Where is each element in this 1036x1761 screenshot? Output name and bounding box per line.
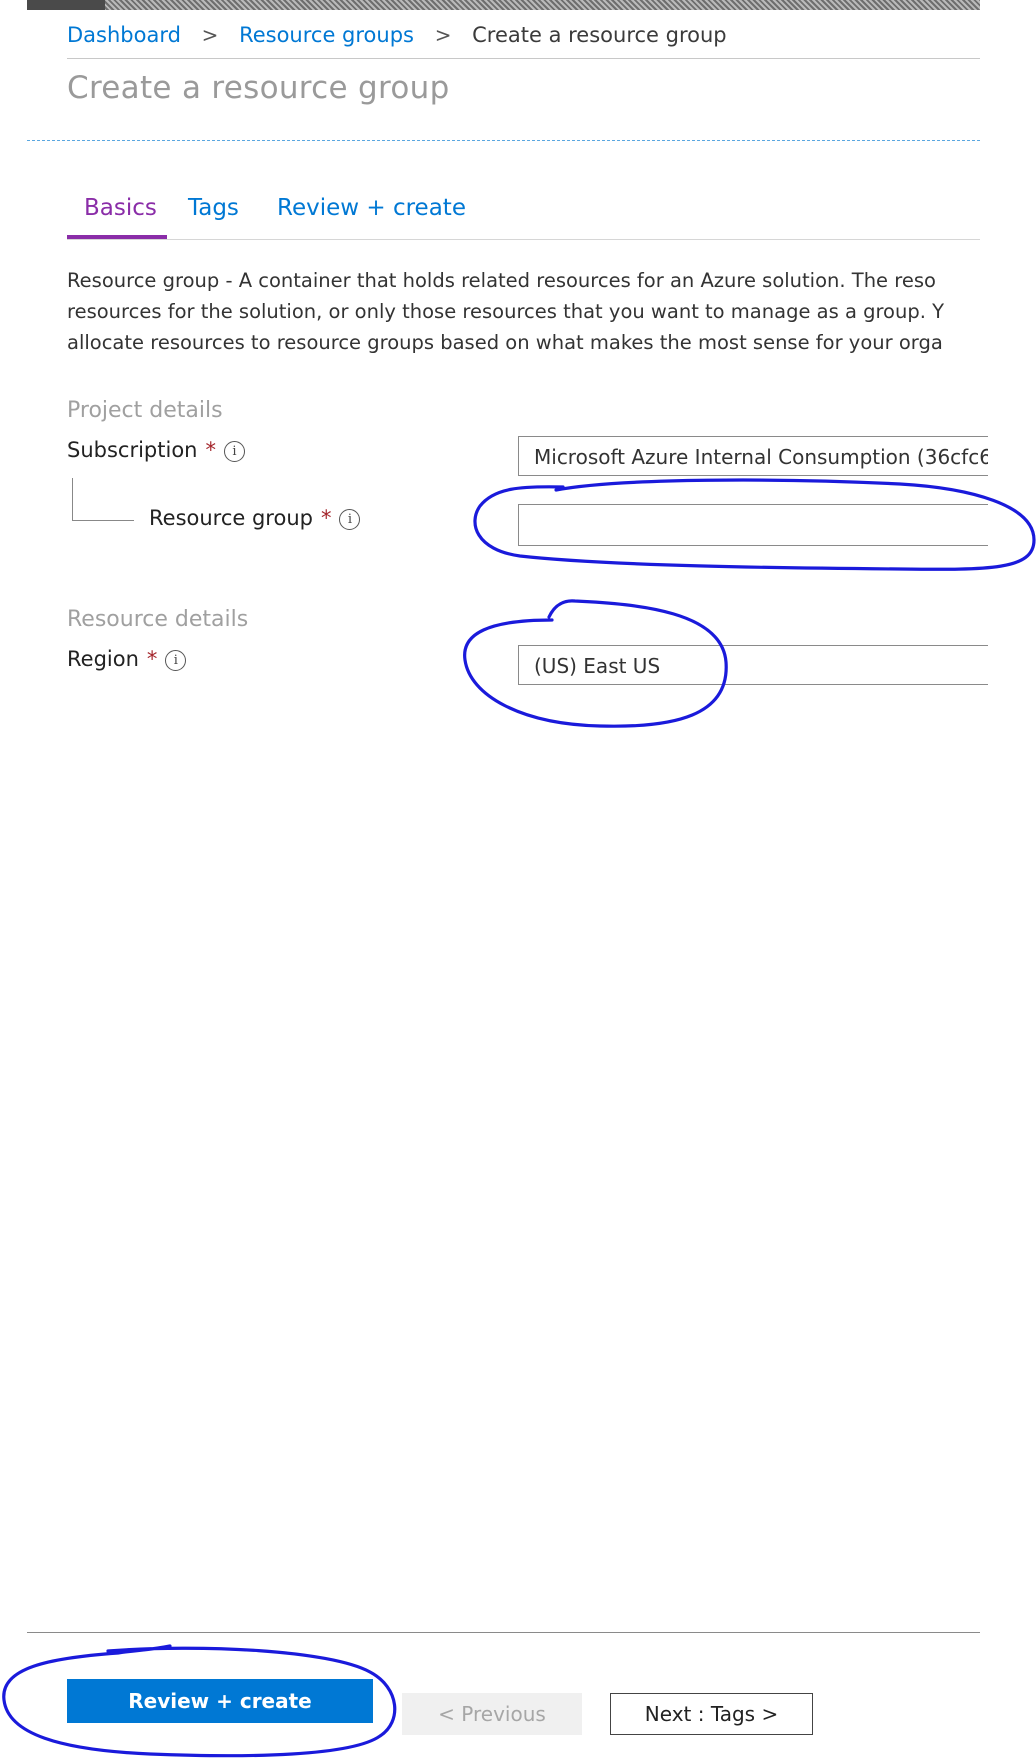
info-icon[interactable]: i xyxy=(223,441,245,462)
info-icon[interactable]: i xyxy=(165,650,187,671)
region-label: Region * i xyxy=(67,647,187,671)
breadcrumb-chevron-icon: > xyxy=(434,23,452,47)
previous-button[interactable]: < Previous xyxy=(402,1693,582,1735)
description-line: resources for the solution, or only thos… xyxy=(67,300,945,323)
footer-divider xyxy=(27,1632,980,1633)
tree-connector-vertical xyxy=(72,478,73,520)
breadcrumb: Dashboard > Resource groups > Create a r… xyxy=(67,22,727,47)
top-window-strip xyxy=(27,0,980,10)
resource-group-input[interactable] xyxy=(518,504,988,546)
tab-basics[interactable]: Basics xyxy=(84,195,157,221)
resource-group-label: Resource group * i xyxy=(149,506,361,530)
create-resource-group-page: Dashboard > Resource groups > Create a r… xyxy=(0,0,1036,1761)
tab-bar: Basics Tags Review + create xyxy=(67,195,980,240)
resource-group-label-text: Resource group xyxy=(149,506,313,530)
tab-review-create[interactable]: Review + create xyxy=(277,195,466,221)
resource-details-heading: Resource details xyxy=(67,607,249,632)
page-title: Create a resource group xyxy=(67,70,450,106)
active-tab-indicator xyxy=(67,235,167,239)
breadcrumb-current-page: Create a resource group xyxy=(472,23,727,47)
region-label-text: Region xyxy=(67,647,139,671)
title-divider xyxy=(27,140,980,141)
tab-tags[interactable]: Tags xyxy=(188,195,239,221)
tree-connector-horizontal xyxy=(72,520,134,521)
description-line: allocate resources to resource groups ba… xyxy=(67,331,943,354)
info-icon[interactable]: i xyxy=(339,509,361,530)
required-asterisk: * xyxy=(205,438,216,462)
breadcrumb-resource-groups-link[interactable]: Resource groups xyxy=(239,23,414,47)
subscription-label: Subscription * i xyxy=(67,438,245,462)
resource-group-description: Resource group - A container that holds … xyxy=(67,265,980,358)
review-create-button[interactable]: Review + create xyxy=(67,1679,373,1723)
next-tags-button[interactable]: Next : Tags > xyxy=(610,1693,813,1735)
description-line: Resource group - A container that holds … xyxy=(67,269,936,292)
subscription-dropdown[interactable]: Microsoft Azure Internal Consumption (36… xyxy=(518,436,988,476)
required-asterisk: * xyxy=(320,506,332,530)
project-details-heading: Project details xyxy=(67,398,223,423)
breadcrumb-dashboard-link[interactable]: Dashboard xyxy=(67,23,181,47)
required-asterisk: * xyxy=(146,647,158,671)
header-divider xyxy=(67,58,980,59)
top-strip-dark-segment xyxy=(27,0,105,10)
subscription-label-text: Subscription xyxy=(67,438,198,462)
breadcrumb-chevron-icon: > xyxy=(201,23,219,47)
region-dropdown[interactable]: (US) East US xyxy=(518,645,988,685)
